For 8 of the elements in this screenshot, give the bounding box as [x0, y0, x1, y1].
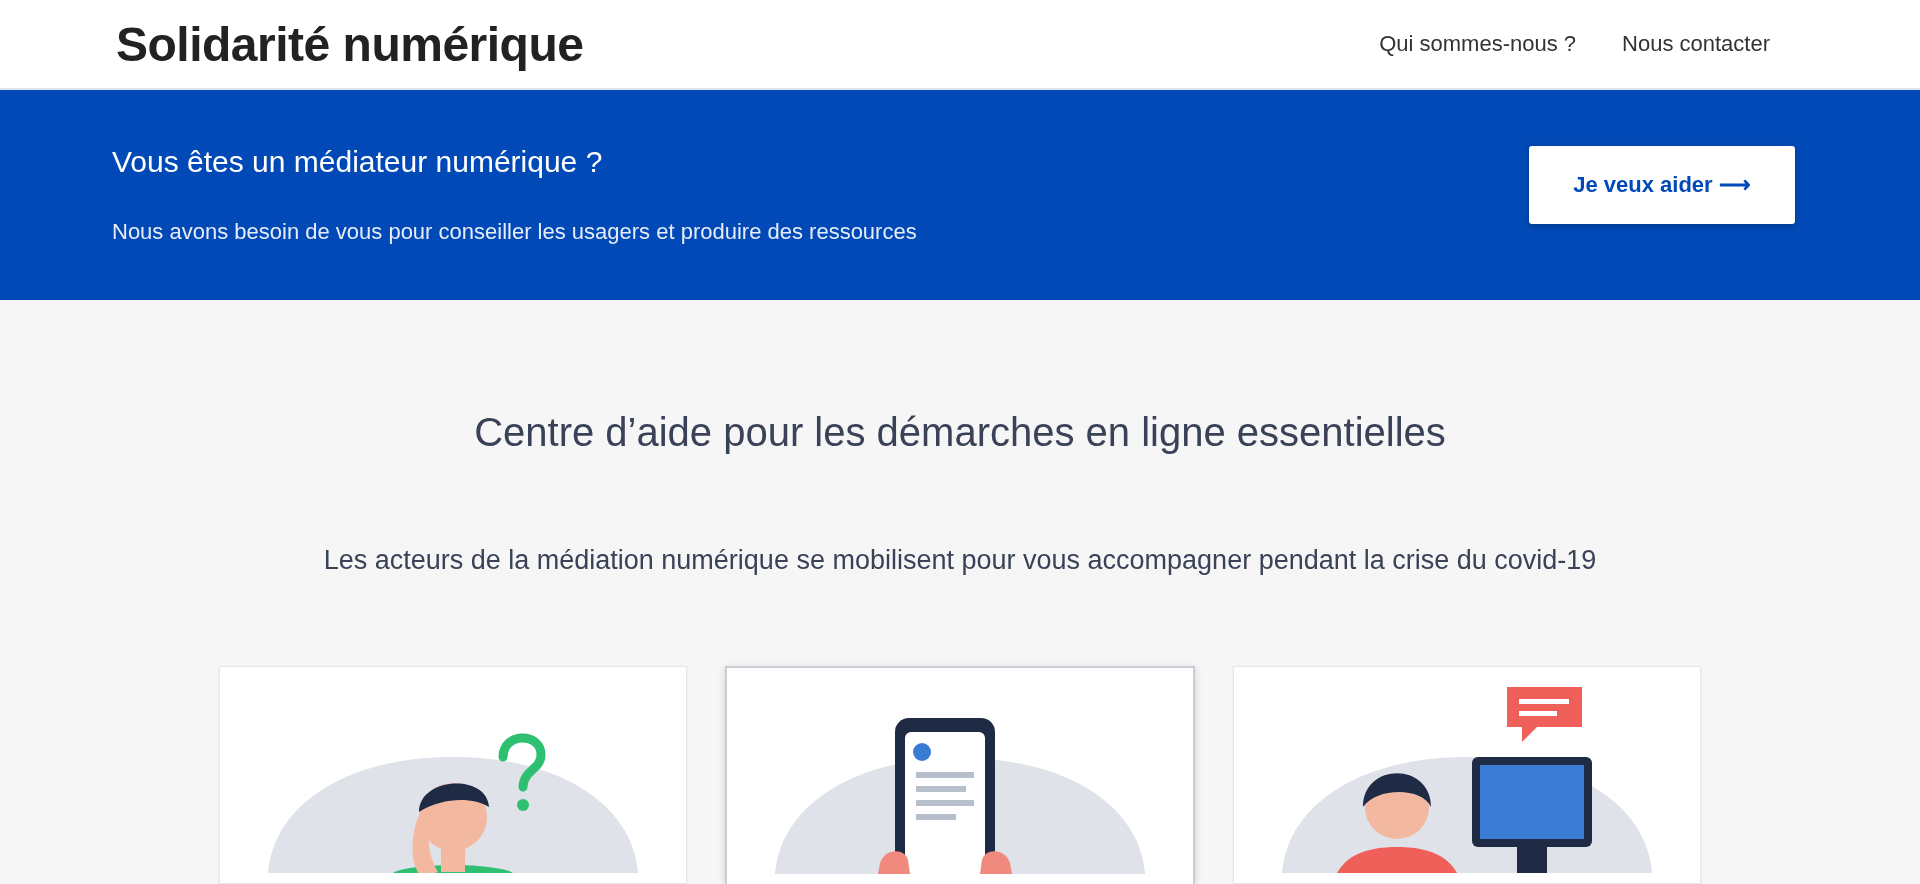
help-button[interactable]: Je veux aider ⟶: [1529, 146, 1795, 224]
site-title[interactable]: Solidarité numérique: [116, 16, 1380, 72]
page-heading: Centre d’aide pour les démarches en ligne essentielles: [474, 410, 1446, 455]
banner-text: Nous avons besoin de vous pour conseiller les usagers et produire des ressources: [112, 219, 918, 245]
page-subtitle: Les acteurs de la médiation numérique se mobilisent pour vous accompagner pendant la crise du covid-19: [323, 545, 1597, 576]
nav-link[interactable]: Qui sommes-nous ?: [1379, 31, 1577, 57]
banner-heading: Vous êtes un médiateur numérique ?: [112, 145, 604, 179]
nav-link[interactable]: Nous contacter: [1622, 31, 1770, 57]
